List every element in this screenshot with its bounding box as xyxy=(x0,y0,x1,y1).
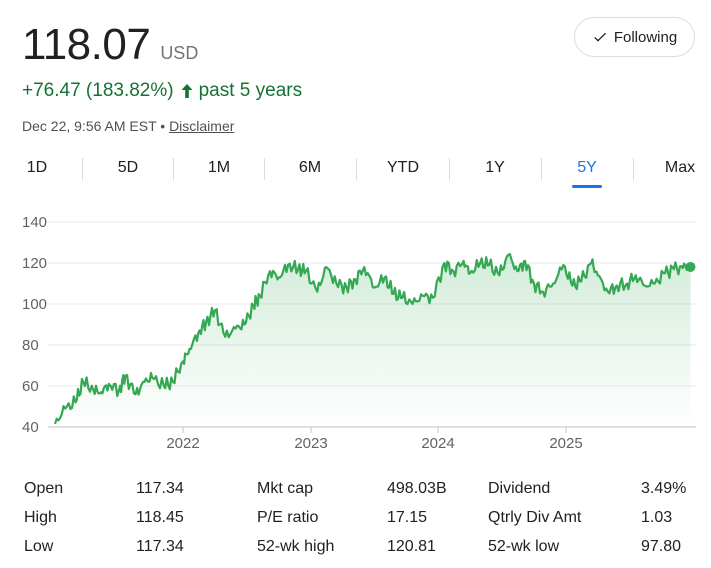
stat-label-52-wk-high: 52-wk high xyxy=(257,538,335,555)
stat-value-high: 118.45 xyxy=(136,509,184,526)
tab-separator xyxy=(264,158,265,180)
stat-label-52-wk-low: 52-wk low xyxy=(488,538,560,555)
checkmark-icon xyxy=(594,32,606,42)
y-tick-label: 60 xyxy=(22,378,39,395)
stat-value-52-wk-low: 97.80 xyxy=(641,538,682,555)
tab-max[interactable]: Max xyxy=(650,150,710,186)
tab-1d[interactable]: 1D xyxy=(7,150,67,186)
tab-5y[interactable]: 5Y xyxy=(557,150,617,186)
stat-label-qtrly-div-amt: Qtrly Div Amt xyxy=(488,509,582,526)
tab-6m[interactable]: 6M xyxy=(280,150,340,186)
stat-label-low: Low xyxy=(24,538,54,555)
y-tick-label: 80 xyxy=(22,337,39,354)
x-tick-label: 2022 xyxy=(166,435,199,452)
price-chart: 40 60 80 100 120 140 2022 2023 2024 2025 xyxy=(22,214,696,452)
meta-separator: • xyxy=(160,118,166,134)
stock-price: 118.07 xyxy=(22,20,151,69)
tab-1y[interactable]: 1Y xyxy=(465,150,525,186)
range-tabs: 1D 5D 1M 6M YTD 1Y 5Y Max xyxy=(0,150,711,190)
price-area xyxy=(55,254,691,427)
stat-label-high: High xyxy=(24,509,57,526)
y-tick-label: 140 xyxy=(22,214,47,231)
x-tick-label: 2025 xyxy=(549,435,582,452)
stat-label-mkt-cap: Mkt cap xyxy=(257,480,314,497)
disclaimer-link[interactable]: Disclaimer xyxy=(169,118,234,134)
stat-label-open: Open xyxy=(24,480,64,497)
stat-label-p-e-ratio: P/E ratio xyxy=(257,509,319,526)
stat-value-low: 117.34 xyxy=(136,538,184,555)
price-header: 118.07 USD xyxy=(22,20,198,70)
tab-separator xyxy=(356,158,357,180)
tab-5d[interactable]: 5D xyxy=(98,150,158,186)
y-tick-label: 40 xyxy=(22,419,39,436)
tab-separator xyxy=(541,158,542,180)
stat-value-dividend: 3.49% xyxy=(641,480,687,497)
tab-separator xyxy=(82,158,83,180)
stat-value-qtrly-div-amt: 1.03 xyxy=(641,509,673,526)
following-button[interactable]: Following xyxy=(574,17,695,57)
x-tick-label: 2024 xyxy=(421,435,454,452)
tab-ytd[interactable]: YTD xyxy=(373,150,433,186)
stat-value-p-e-ratio: 17.15 xyxy=(387,509,428,526)
tab-separator xyxy=(449,158,450,180)
stat-label-dividend: Dividend xyxy=(488,480,551,497)
price-change-row: +76.47 (183.82%) past 5 years xyxy=(22,80,302,102)
change-period: past 5 years xyxy=(198,80,303,101)
y-tick-label: 100 xyxy=(22,296,47,313)
last-price-dot xyxy=(685,261,696,272)
tab-separator xyxy=(173,158,174,180)
quote-timestamp: Dec 22, 9:56 AM EST xyxy=(22,118,157,134)
following-label: Following xyxy=(613,28,678,46)
tab-separator xyxy=(633,158,634,180)
tab-1m[interactable]: 1M xyxy=(189,150,249,186)
stat-value-open: 117.34 xyxy=(136,480,184,497)
currency-label: USD xyxy=(160,43,199,63)
quote-meta: Dec 22, 9:56 AM EST • Disclaimer xyxy=(22,118,234,134)
price-change: +76.47 (183.82%) xyxy=(22,80,174,101)
chart-x-axis: 2022 2023 2024 2025 xyxy=(166,427,583,452)
y-tick-label: 120 xyxy=(22,255,47,272)
x-tick-label: 2023 xyxy=(294,435,327,452)
stat-value-mkt-cap: 498.03B xyxy=(387,480,447,497)
stat-value-52-wk-high: 120.81 xyxy=(387,538,436,555)
arrow-up-icon xyxy=(180,83,194,99)
